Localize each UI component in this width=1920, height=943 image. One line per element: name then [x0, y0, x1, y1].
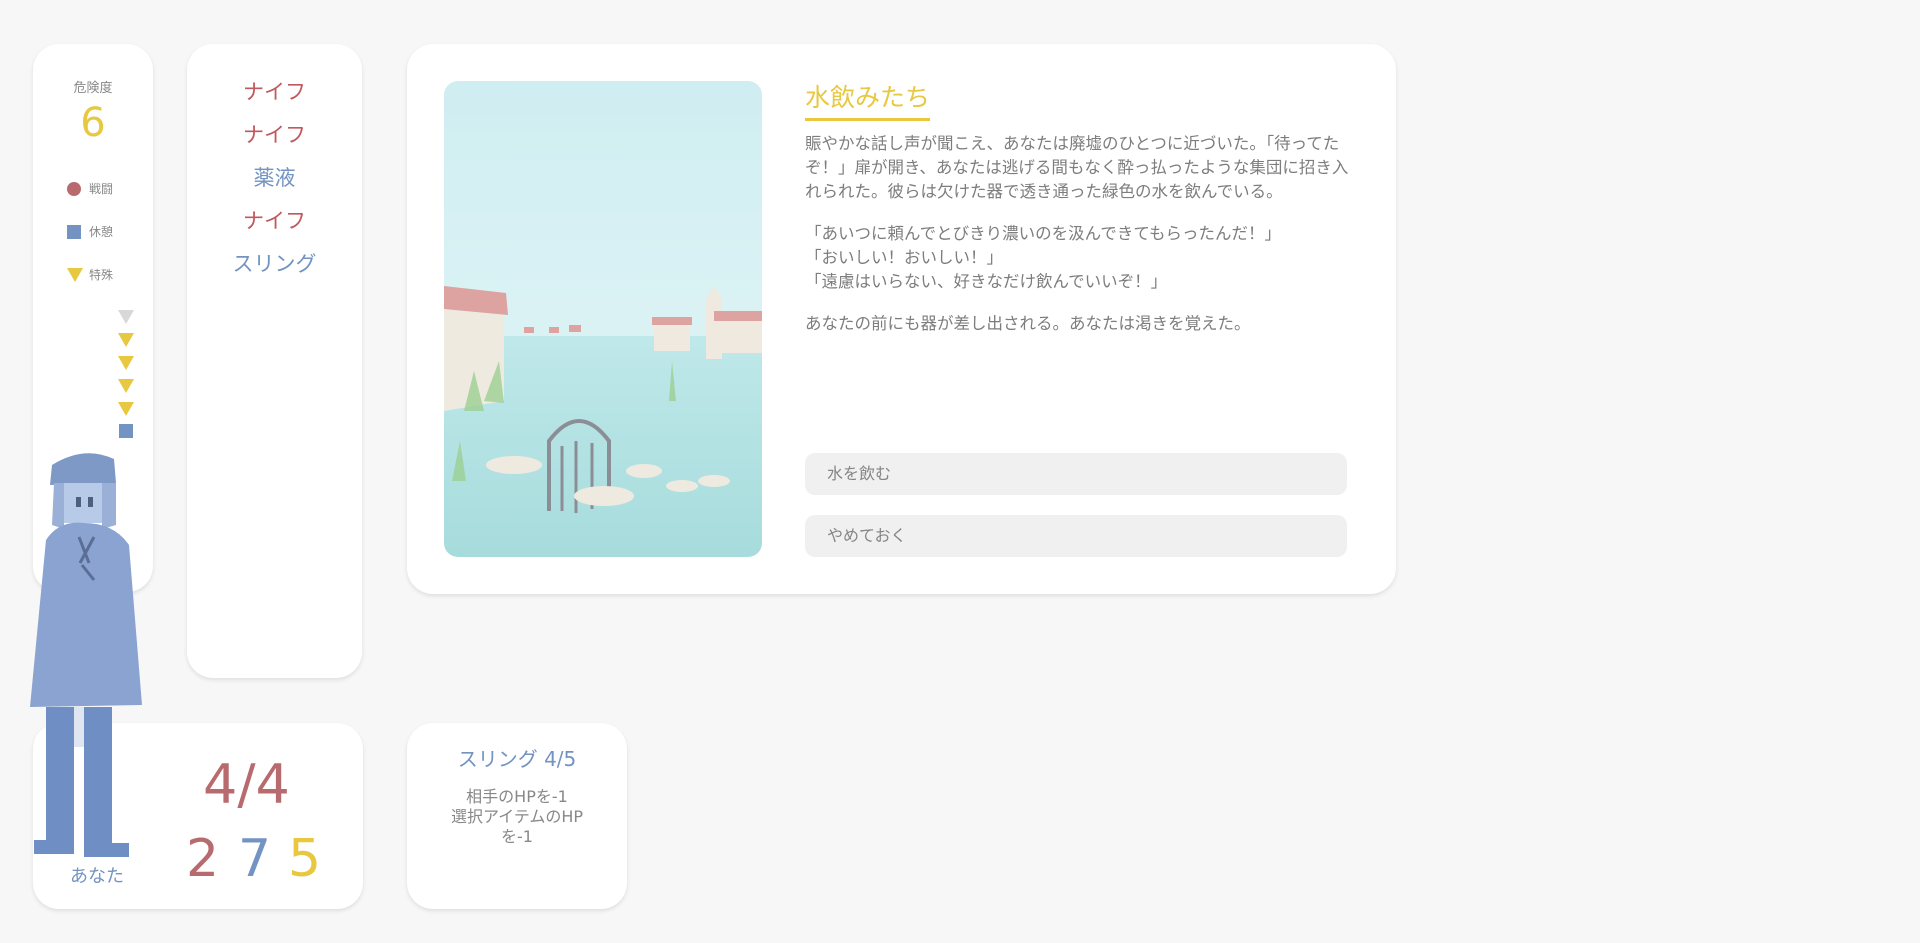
stat-defense: 7 — [238, 829, 272, 889]
event-paragraph: 賑やかな話し声が聞こえ、あなたは廃墟のひとつに近づいた。「待ってたぞ！」扉が開き… — [805, 134, 1349, 201]
ruins-lake-scene-icon — [444, 81, 762, 557]
legend-special: 特殊 — [67, 266, 113, 283]
choice-drink-button[interactable]: 水を飲む — [805, 453, 1347, 495]
item-3[interactable]: 薬液 — [187, 162, 362, 192]
item-list: ナイフ ナイフ 薬液 ナイフ スリング — [187, 44, 362, 678]
circle-icon — [67, 181, 89, 196]
legend-rest-label: 休憩 — [89, 225, 114, 239]
route-step-icon — [118, 310, 134, 324]
event-body: 賑やかな話し声が聞こえ、あなたは廃墟のひとつに近づいた。「待ってたぞ！」扉が開き… — [805, 132, 1350, 354]
square-icon — [67, 224, 89, 239]
stat-attack: 2 — [186, 829, 220, 889]
triangle-icon — [67, 267, 89, 282]
route-step-icon — [118, 356, 134, 370]
stat-special: 5 — [288, 829, 322, 889]
legend-special-label: 特殊 — [89, 268, 114, 282]
legend-battle-label: 戦闘 — [89, 182, 114, 196]
item-1[interactable]: ナイフ — [187, 76, 362, 106]
character-sprite — [24, 445, 154, 865]
scene-image — [444, 81, 762, 557]
legend-rest: 休憩 — [67, 223, 113, 240]
route-step-icon — [118, 402, 134, 416]
event-title: 水飲みたち — [805, 78, 931, 121]
player-hp: 4/4 — [203, 753, 290, 816]
danger-label: 危険度 — [73, 81, 113, 96]
player-name: あなた — [70, 866, 124, 887]
legend-battle: 戦闘 — [67, 180, 113, 197]
route-step-icon — [118, 333, 134, 347]
skill-description: 相手のHPを-1 選択アイテムのHP を-1 — [450, 787, 584, 846]
danger-value: 6 — [80, 100, 106, 146]
event-card: 水飲みたち 賑やかな話し声が聞こえ、あなたは廃墟のひとつに近づいた。「待ってたぞ… — [407, 44, 1396, 594]
choice-decline-button[interactable]: やめておく — [805, 515, 1347, 557]
hooded-character-icon — [30, 453, 142, 857]
route-step-icon — [119, 424, 133, 438]
route-step-icon — [118, 379, 134, 393]
skill-name: スリング 4/5 — [457, 747, 577, 771]
item-4[interactable]: ナイフ — [187, 205, 362, 235]
item-2[interactable]: ナイフ — [187, 119, 362, 149]
item-5[interactable]: スリング — [187, 248, 362, 278]
skill-card[interactable]: スリング 4/5 相手のHPを-1 選択アイテムのHP を-1 — [407, 723, 627, 909]
event-paragraph: あなたの前にも器が差し出される。あなたは渇きを覚えた。 — [805, 314, 1251, 333]
event-paragraph: 「あいつに頼んでとびきり濃いのを汲んできてもらったんだ！」 「おいしい！おいしい… — [805, 224, 1282, 291]
